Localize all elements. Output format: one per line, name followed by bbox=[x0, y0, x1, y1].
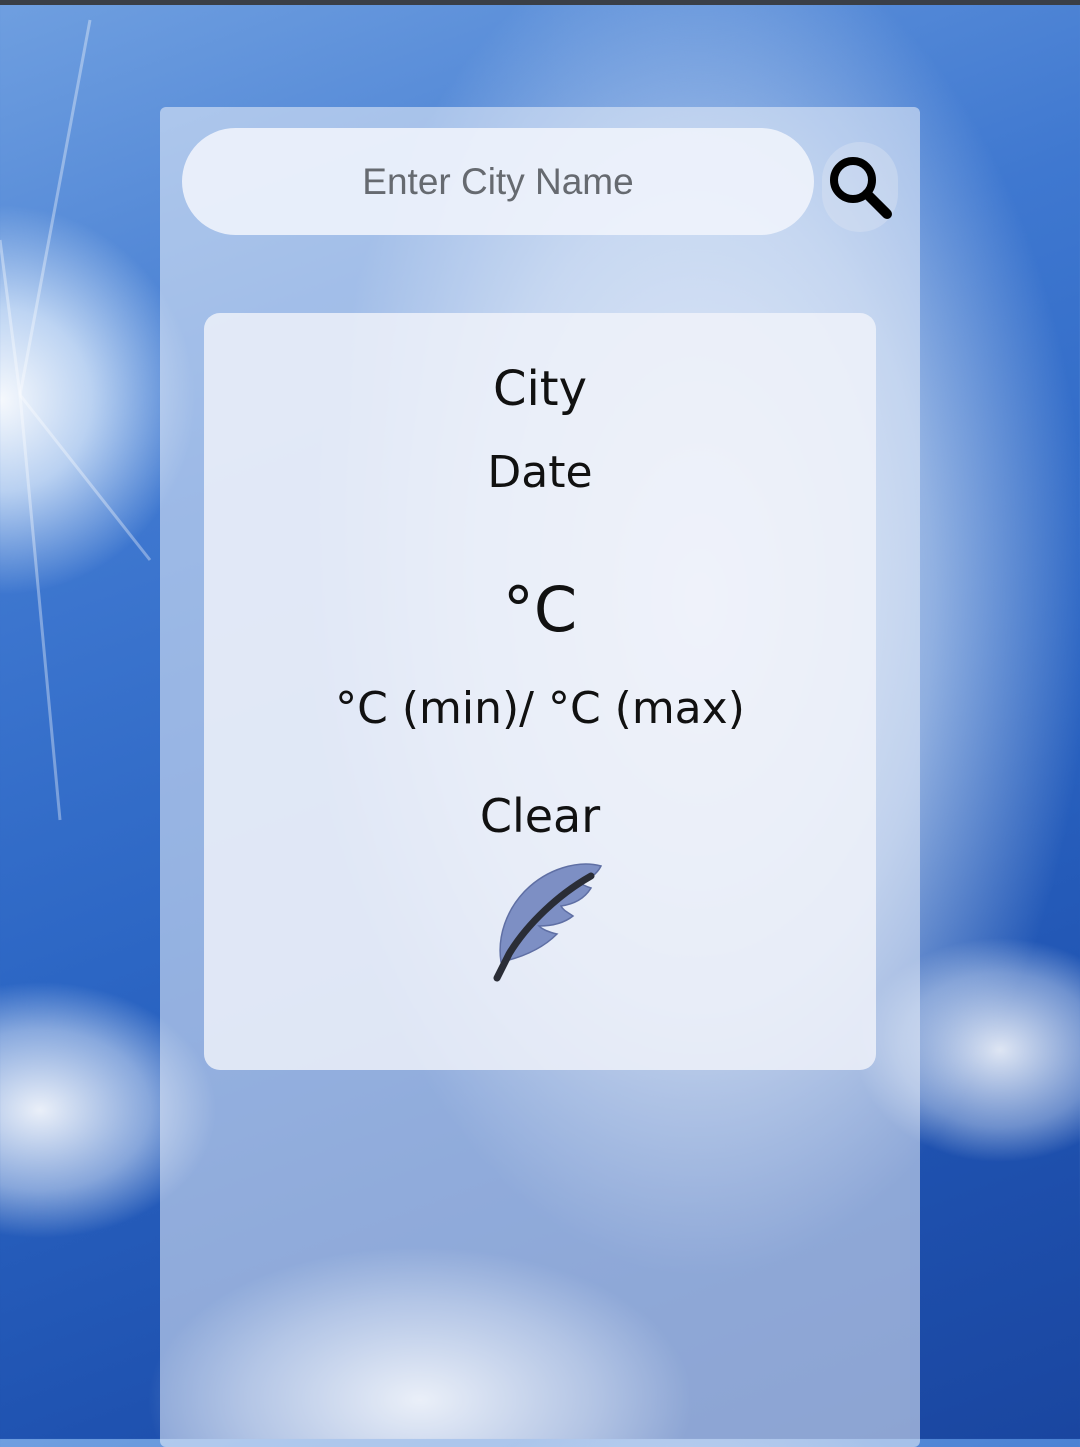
current-temperature: °C bbox=[502, 573, 578, 646]
search-button[interactable] bbox=[822, 142, 898, 232]
min-max-temperature: °C (min)/ °C (max) bbox=[335, 683, 745, 734]
city-name: City bbox=[492, 361, 588, 417]
status-bar-strip bbox=[0, 0, 1080, 5]
weather-card: City Date °C °C (min)/ °C (max) Clear bbox=[204, 313, 876, 1070]
weather-date: Date bbox=[487, 447, 593, 498]
city-search-input[interactable] bbox=[182, 128, 814, 235]
search-icon bbox=[830, 157, 892, 219]
feather-icon bbox=[493, 863, 603, 982]
weather-condition: Clear bbox=[479, 789, 601, 843]
